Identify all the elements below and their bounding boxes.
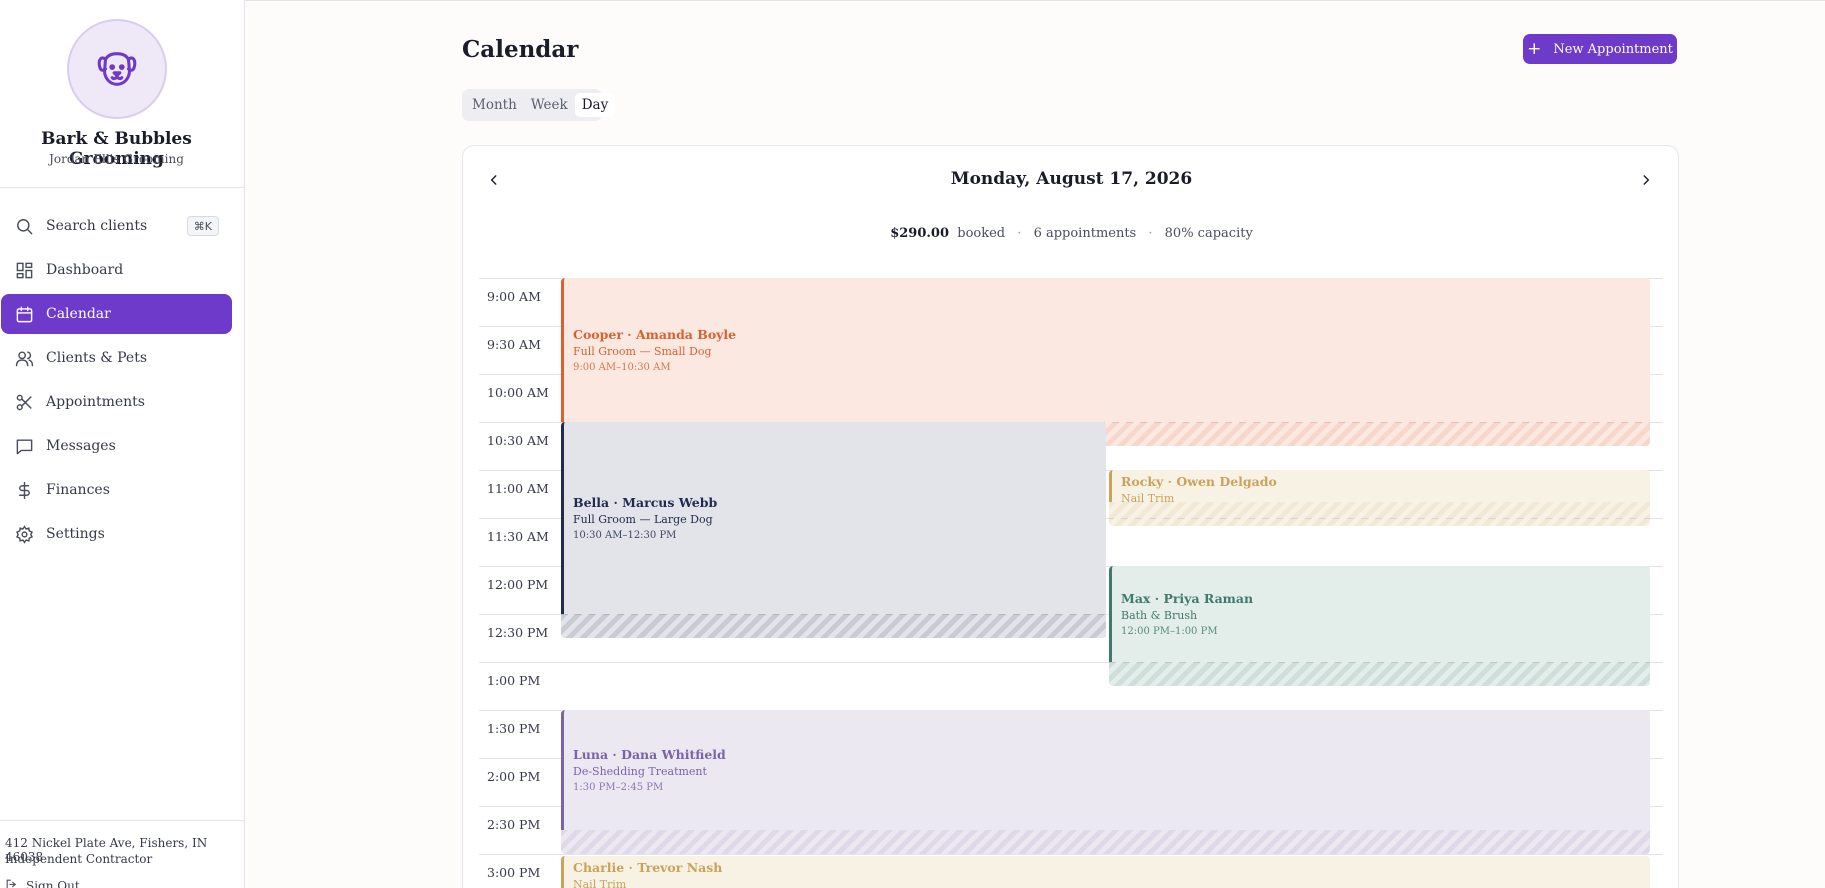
appointment-pet-client: Cooper · Amanda Boyle: [573, 327, 737, 342]
time-label: 2:30 PM: [487, 817, 541, 832]
current-date: Monday, August 17, 2026: [950, 169, 1193, 189]
sidebar-item-label: Settings: [46, 526, 105, 542]
appointment-service: Full Groom — Large Dog: [573, 513, 713, 526]
signout-button[interactable]: Sign Out: [5, 878, 80, 888]
sidebar-item-appointments[interactable]: Appointments: [1, 382, 232, 422]
sidebar-item-settings[interactable]: Settings: [1, 514, 232, 554]
appointment-pet-client: Luna · Dana Whitfield: [573, 747, 726, 762]
appointment-count: 6 appointments: [1033, 226, 1137, 241]
time-label: 1:00 PM: [487, 673, 541, 688]
day-time-grid: 9:00 AM 9:30 AM 10:00 AM 10:30 AM 11:00 …: [479, 278, 1663, 888]
brand-logo: [67, 19, 167, 119]
appointment-service: Bath & Brush: [1121, 609, 1198, 622]
appointment-card[interactable]: Rocky · Owen Delgado Nail Trim: [1109, 470, 1650, 502]
dog-face-icon: [97, 52, 137, 86]
view-day-tab[interactable]: Day: [574, 93, 616, 117]
summary-separator: ·: [1017, 226, 1022, 241]
sidebar-item-label: Appointments: [46, 394, 145, 410]
time-label: 9:30 AM: [487, 337, 541, 352]
sidebar-item-dashboard[interactable]: Dashboard: [1, 250, 232, 290]
sidebar-footer-divider: [0, 820, 244, 821]
booked-label: booked: [957, 226, 1006, 241]
time-label: 11:30 AM: [487, 529, 549, 544]
search-clients[interactable]: Search clients ⌘K: [1, 206, 232, 246]
sidebar: Bark & Bubbles Grooming Jordan Ellis Gro…: [0, 0, 245, 888]
time-label: 12:00 PM: [487, 577, 549, 592]
gear-icon: [14, 524, 34, 544]
appointment-card[interactable]: Cooper · Amanda Boyle Full Groom — Small…: [561, 278, 1650, 422]
appointment-pet-client: Rocky · Owen Delgado: [1121, 474, 1277, 489]
appointment-card[interactable]: Max · Priya Raman Bath & Brush 12:00 PM–…: [1109, 566, 1650, 662]
search-shortcut-badge: ⌘K: [186, 216, 219, 236]
appointment-time: 10:30 AM–12:30 PM: [573, 530, 677, 541]
users-icon: [14, 348, 34, 368]
time-label: 10:00 AM: [487, 385, 549, 400]
appointment-pet-client: Charlie · Trevor Nash: [573, 860, 723, 875]
sidebar-item-clients-pets[interactable]: Clients & Pets: [1, 338, 232, 378]
cleanup-buffer: [561, 830, 1650, 854]
cleanup-buffer: [1109, 662, 1650, 686]
sidebar-item-label: Messages: [46, 438, 116, 454]
time-label: 1:30 PM: [487, 721, 541, 736]
appointment-time: 9:00 AM–10:30 AM: [573, 362, 671, 373]
business-subtitle: Jordan Ellis Grooming: [49, 152, 184, 166]
booked-amount: $290.00: [890, 226, 949, 241]
new-appointment-button[interactable]: + New Appointment: [1523, 34, 1677, 64]
cleanup-buffer: [1109, 502, 1650, 526]
time-label: 12:30 PM: [487, 625, 549, 640]
time-label: 3:00 PM: [487, 865, 541, 880]
view-month-tab[interactable]: Month: [465, 93, 524, 117]
new-appointment-label: New Appointment: [1553, 41, 1673, 57]
signout-icon: [5, 878, 18, 888]
view-switcher: Month Week Day: [462, 89, 616, 121]
sidebar-item-messages[interactable]: Messages: [1, 426, 232, 466]
scissors-icon: [14, 392, 34, 412]
time-gridline: [479, 854, 1663, 855]
day-summary: $290.00 booked · 6 appointments · 80% ca…: [463, 226, 1680, 241]
appointment-service: De-Shedding Treatment: [573, 765, 707, 778]
appointment-service: Nail Trim: [1121, 492, 1175, 502]
business-role: Independent Contractor: [5, 852, 153, 866]
appointment-service: Nail Trim: [573, 878, 627, 888]
appointment-service: Full Groom — Small Dog: [573, 345, 712, 358]
appointment-time: 1:30 PM–2:45 PM: [573, 782, 664, 793]
signout-label: Sign Out: [26, 879, 80, 888]
appointment-card[interactable]: Charlie · Trevor Nash Nail Trim: [561, 856, 1650, 888]
sidebar-item-label: Finances: [46, 482, 110, 498]
time-label: 11:00 AM: [487, 481, 549, 496]
page-title: Calendar: [462, 36, 579, 63]
message-icon: [14, 436, 34, 456]
appointment-card[interactable]: Luna · Dana Whitfield De-Shedding Treatm…: [561, 710, 1650, 830]
time-label: 10:30 AM: [487, 433, 549, 448]
plus-icon: +: [1527, 38, 1542, 59]
next-day-button[interactable]: [1634, 168, 1658, 192]
sidebar-item-calendar[interactable]: Calendar: [1, 294, 232, 334]
calendar-card: Monday, August 17, 2026 $290.00 booked ·…: [462, 145, 1679, 888]
sidebar-divider: [0, 187, 244, 188]
appointment-pet-client: Bella · Marcus Webb: [573, 495, 718, 510]
search-icon: [14, 216, 34, 236]
view-week-tab[interactable]: Week: [524, 93, 575, 117]
summary-separator: ·: [1148, 226, 1153, 241]
appointment-card[interactable]: Bella · Marcus Webb Full Groom — Large D…: [561, 422, 1106, 614]
dollar-icon: [14, 480, 34, 500]
sidebar-item-label: Dashboard: [46, 262, 124, 278]
top-border: [0, 0, 1825, 1]
appointment-pet-client: Max · Priya Raman: [1121, 591, 1254, 606]
time-label: 2:00 PM: [487, 769, 541, 784]
sidebar-item-finances[interactable]: Finances: [1, 470, 232, 510]
cleanup-buffer: [561, 614, 1106, 638]
appointment-time: 12:00 PM–1:00 PM: [1121, 626, 1218, 637]
time-label: 9:00 AM: [487, 289, 541, 304]
chevron-right-icon: [1643, 175, 1650, 185]
sidebar-item-label: Calendar: [46, 306, 111, 322]
capacity-value: 80% capacity: [1164, 226, 1253, 241]
sidebar-item-label: Clients & Pets: [46, 350, 148, 366]
dashboard-icon: [14, 260, 34, 280]
search-clients-label: Search clients: [46, 218, 148, 234]
calendar-icon: [14, 304, 34, 324]
